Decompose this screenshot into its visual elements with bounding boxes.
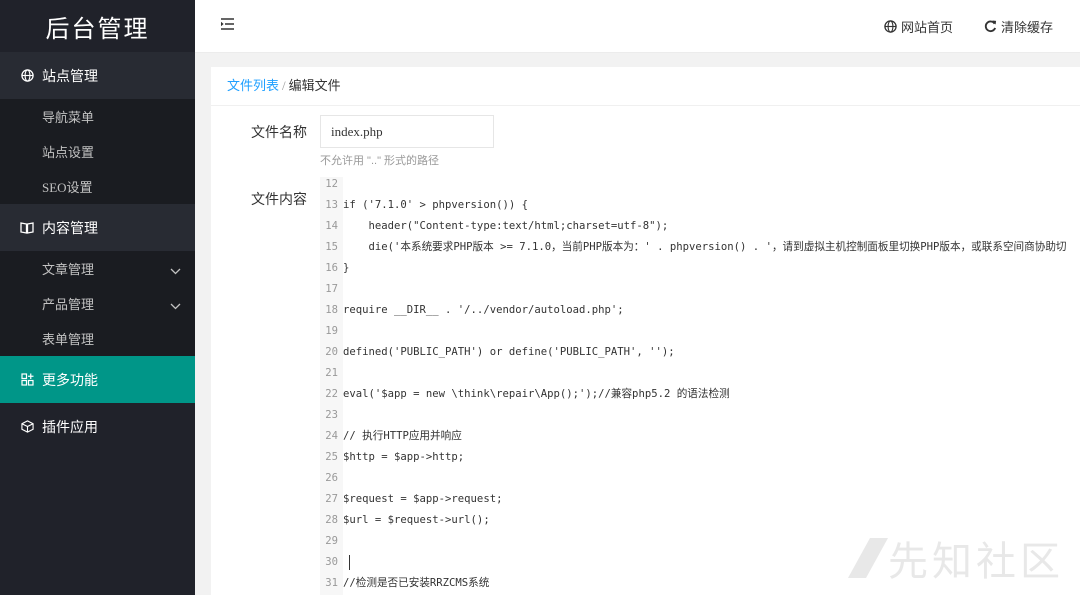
line-number: 18: [325, 304, 338, 316]
code-line[interactable]: 22 eval('$app = new \think\repair\App();'…: [320, 384, 1080, 405]
code-text: die('本系统要求PHP版本 >= 7.1.0，当前PHP版本为：' . ph…: [343, 241, 1067, 253]
filename-input[interactable]: index.php: [320, 115, 494, 148]
sidebar-group-content[interactable]: 内容管理: [0, 204, 195, 251]
code-text: header("Content-type:text/html;charset=u…: [343, 220, 669, 232]
line-number: 30: [325, 556, 338, 568]
code-line[interactable]: 19: [320, 321, 1080, 342]
line-number: 17: [325, 283, 338, 295]
code-line[interactable]: 27 $request = $app->request;: [320, 489, 1080, 510]
filename-hint: 不允许用 ".." 形式的路径: [320, 155, 440, 167]
breadcrumb-file-list-link[interactable]: 文件列表: [227, 78, 279, 93]
code-text: //检测是否已安装RRZCMS系统: [343, 577, 490, 589]
line-number: 26: [325, 472, 338, 484]
sidebar-item-products[interactable]: 产品管理: [0, 286, 195, 321]
sidebar-group-site[interactable]: 站点管理: [0, 52, 195, 99]
globe-icon: [884, 20, 897, 33]
content-label: 文件内容: [251, 193, 307, 208]
globe-icon: [20, 69, 34, 83]
code-line[interactable]: 17: [320, 279, 1080, 300]
code-line[interactable]: 21: [320, 363, 1080, 384]
grid-plus-icon: [20, 373, 34, 387]
watermark: 先知社区: [844, 529, 1064, 587]
code-text: $request = $app->request;: [343, 493, 503, 505]
code-text: eval('$app = new \think\repair\App();');…: [343, 388, 730, 400]
sidebar-item-site-settings[interactable]: 站点设置: [0, 134, 195, 169]
site-submenu: 导航菜单 站点设置 SEO设置: [0, 99, 195, 204]
sidebar-item-nav-menu[interactable]: 导航菜单: [0, 99, 195, 134]
content-submenu: 文章管理 产品管理 表单管理: [0, 251, 195, 356]
code-text: $http = $app->http;: [343, 451, 465, 463]
chevron-down-icon: [170, 263, 181, 279]
code-line[interactable]: 20 defined('PUBLIC_PATH') or define('PUBL…: [320, 342, 1080, 363]
text-cursor: [349, 555, 350, 570]
line-number: 24: [325, 430, 338, 442]
menu-fold-icon[interactable]: [221, 18, 234, 34]
line-number: 19: [325, 325, 338, 337]
code-line[interactable]: 16}: [320, 258, 1080, 279]
code-text: $url = $request->url();: [343, 514, 490, 526]
sidebar-group-plugins[interactable]: 插件应用: [0, 403, 195, 450]
code-line[interactable]: 23: [320, 405, 1080, 426]
sidebar-group-label: 内容管理: [42, 221, 98, 237]
line-number: 21: [325, 367, 338, 379]
sidebar-group-label: 更多功能: [42, 373, 98, 389]
cube-icon: [20, 420, 34, 434]
refresh-icon: [984, 20, 997, 33]
code-text: // 执行HTTP应用并响应: [343, 430, 462, 442]
book-icon: [20, 221, 34, 235]
code-line[interactable]: 25 $http = $app->http;: [320, 447, 1080, 468]
clear-cache-button[interactable]: 清除缓存: [984, 17, 1053, 36]
sidebar: 后台管理 站点管理 导航菜单 站点设置 SEO设置 内容管理 文章管理 产品管理…: [0, 0, 195, 595]
line-number: 22: [325, 388, 338, 400]
code-line[interactable]: 15 die('本系统要求PHP版本 >= 7.1.0，当前PHP版本为：' .…: [320, 237, 1080, 258]
line-number: 31: [325, 577, 338, 589]
code-line[interactable]: 18 require __DIR__ . '/../vendor/autoload…: [320, 300, 1080, 321]
sidebar-group-label: 插件应用: [42, 420, 98, 436]
code-line[interactable]: 24 // 执行HTTP应用并响应: [320, 426, 1080, 447]
code-line[interactable]: 14 header("Content-type:text/html;charse…: [320, 216, 1080, 237]
breadcrumb: 文件列表 / 编辑文件: [211, 67, 1080, 106]
breadcrumb-current: 编辑文件: [288, 78, 341, 93]
site-home-link[interactable]: 网站首页: [884, 17, 953, 36]
code-text: defined('PUBLIC_PATH') or define('PUBLIC…: [343, 346, 675, 358]
app-logo: 后台管理: [0, 0, 195, 52]
line-number: 16: [325, 262, 338, 274]
sidebar-group-more[interactable]: 更多功能: [0, 356, 195, 403]
code-text: }: [343, 262, 350, 274]
line-number: 29: [325, 535, 338, 547]
code-text: if ('7.1.0' > phpversion()) {: [343, 199, 528, 211]
line-number: 20: [325, 346, 338, 358]
code-line[interactable]: 12: [320, 177, 1080, 195]
line-number: 28: [325, 514, 338, 526]
sidebar-item-articles[interactable]: 文章管理: [0, 251, 195, 286]
code-line[interactable]: 28 $url = $request->url();: [320, 510, 1080, 531]
line-number: 15: [325, 241, 338, 253]
chevron-down-icon: [170, 298, 181, 314]
line-number: 13: [325, 199, 338, 211]
line-number: 25: [325, 451, 338, 463]
breadcrumb-separator: /: [282, 78, 286, 93]
sidebar-item-seo-settings[interactable]: SEO设置: [0, 169, 195, 204]
code-line[interactable]: 13 if ('7.1.0' > phpversion()) {: [320, 195, 1080, 216]
code-line[interactable]: 26: [320, 468, 1080, 489]
line-number: 14: [325, 220, 338, 232]
sidebar-item-forms[interactable]: 表单管理: [0, 321, 195, 356]
edit-file-panel: 文件列表 / 编辑文件 文件名称 index.php 不允许用 ".." 形式的路径…: [211, 67, 1080, 595]
code-text: require __DIR__ . '/../vendor/autoload.p…: [343, 304, 624, 316]
filename-label: 文件名称: [251, 126, 307, 141]
line-number: 23: [325, 409, 338, 421]
line-number: 27: [325, 493, 338, 505]
line-number: 12: [325, 178, 338, 190]
top-header: 网站首页 清除缓存: [195, 0, 1080, 53]
watermark-logo-icon: [848, 538, 888, 578]
sidebar-group-label: 站点管理: [42, 69, 98, 85]
